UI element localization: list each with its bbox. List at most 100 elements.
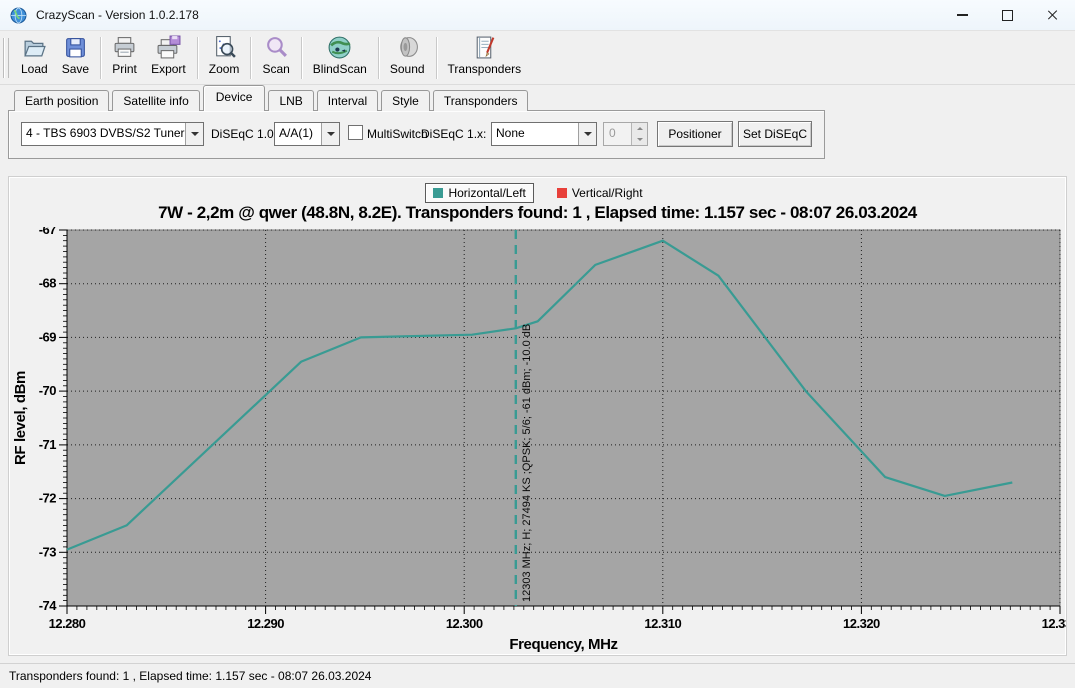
svg-text:12.330: 12.330 (1042, 616, 1066, 631)
svg-text:-72: -72 (39, 491, 57, 506)
y-axis-title: RF level, dBm (12, 371, 29, 465)
legend-item-horizontal-left[interactable]: Horizontal/Left (425, 183, 534, 203)
diseqc10-select[interactable]: A/A(1) (274, 122, 340, 146)
device-tab-panel: 4 - TBS 6903 DVBS/S2 Tuner 0 DiSEqC 1.0:… (8, 110, 825, 159)
floppy-disk-icon (63, 35, 88, 60)
crazyscan-window: CrazyScan - Version 1.0.2.178 Load Save Pr… (0, 0, 1075, 688)
toolbar-button-export[interactable]: Export (144, 32, 193, 83)
diseqc1x-select[interactable]: None (491, 122, 597, 146)
multiswitch-checkbox[interactable] (348, 125, 363, 140)
toolbar-grip[interactable] (3, 37, 9, 78)
set-diseqc-button[interactable]: Set DiSEqC (738, 121, 812, 147)
legend-label: Horizontal/Left (448, 186, 526, 200)
close-button[interactable] (1030, 0, 1075, 30)
toolbar-button-transponders[interactable]: Transponders (441, 32, 529, 83)
notepad-pencil-icon (472, 35, 497, 60)
chevron-down-icon (636, 138, 643, 141)
tuner-select[interactable]: 4 - TBS 6903 DVBS/S2 Tuner 0 (21, 122, 204, 146)
window-titlebar: CrazyScan - Version 1.0.2.178 (0, 0, 1075, 31)
maximize-icon (1002, 9, 1013, 21)
toolbar-button-label: Scan (262, 62, 290, 76)
spinner-up-button[interactable] (632, 123, 647, 134)
toolbar-button-label: Export (151, 62, 186, 76)
svg-text:12.300: 12.300 (446, 616, 483, 631)
toolbar-button-label: Sound (389, 62, 425, 76)
tab-strip: Earth position Satellite info Device LNB Int… (14, 85, 531, 111)
status-text: Transponders found: 1 , Elapsed time: 1.… (9, 669, 372, 683)
multiswitch-label: MultiSwitch (367, 127, 428, 141)
chevron-down-icon (583, 132, 592, 136)
diseqc1x-select-value: None (496, 126, 525, 140)
diseqc10-select-dropdown-button[interactable] (321, 123, 339, 145)
folder-open-icon (22, 35, 47, 60)
toolbar-separator (250, 36, 252, 79)
globe-scan-icon (327, 35, 352, 60)
toolbar-button-label: BlindScan (312, 62, 367, 76)
toolbar-button-zoom[interactable]: Zoom (202, 32, 247, 83)
toolbar-button-print[interactable]: Print (105, 32, 144, 83)
toolbar-button-load[interactable]: Load (14, 32, 55, 83)
toolbar: Load Save Print Export Zoom Scan BlindScan Soun… (0, 31, 1075, 85)
diseqc1x-select-dropdown-button[interactable] (578, 123, 596, 145)
spinner-down-button[interactable] (632, 134, 647, 145)
tab-satellite-info[interactable]: Satellite info (112, 90, 200, 111)
plot-area[interactable] (66, 229, 1061, 607)
app-globe-icon (10, 7, 27, 24)
toolbar-button-label: Transponders (447, 62, 522, 76)
toolbar-button-blindscan[interactable]: BlindScan (306, 32, 374, 83)
svg-text:-74: -74 (39, 598, 58, 613)
svg-text:12.320: 12.320 (843, 616, 880, 631)
close-icon (1047, 9, 1059, 21)
tab-earth-position[interactable]: Earth position (14, 90, 110, 111)
tuner-select-dropdown-button[interactable] (185, 123, 203, 145)
minimize-icon (957, 14, 968, 16)
minimize-button[interactable] (940, 0, 985, 30)
legend-label: Vertical/Right (571, 186, 643, 200)
status-bar: Transponders found: 1 , Elapsed time: 1.… (0, 663, 1075, 688)
magnifier-icon (264, 35, 289, 60)
svg-text:-70: -70 (39, 383, 57, 398)
diseqc10-select-value: A/A(1) (279, 126, 314, 140)
window-title: CrazyScan - Version 1.0.2.178 (36, 8, 199, 22)
tab-interval[interactable]: Interval (316, 90, 379, 111)
toolbar-button-label: Print (112, 62, 137, 76)
tuner-select-value: 4 - TBS 6903 DVBS/S2 Tuner 0 (26, 126, 185, 140)
chart-legend: Horizontal/Left Vertical/Right (9, 183, 1066, 203)
chevron-up-icon (636, 127, 643, 130)
positioner-button[interactable]: Positioner (657, 121, 733, 147)
tab-style[interactable]: Style (381, 90, 430, 111)
svg-text:-73: -73 (39, 544, 57, 559)
tab-transponders[interactable]: Transponders (432, 90, 529, 111)
maximize-button[interactable] (985, 0, 1030, 30)
x-axis-title: Frequency, MHz (509, 636, 617, 653)
speaker-icon (395, 35, 420, 60)
chevron-down-icon (190, 132, 199, 136)
toolbar-separator (100, 36, 102, 79)
chart-plot-container: 12.280 12.290 12.300 12.310 12.320 12.330 -67 -… (9, 222, 1075, 653)
toolbar-button-label: Save (61, 62, 90, 76)
svg-text:-67: -67 (39, 227, 57, 237)
toolbar-button-scan[interactable]: Scan (255, 32, 296, 83)
diseqc-position-spinner[interactable]: 0 (603, 122, 648, 146)
svg-text:12.310: 12.310 (644, 616, 681, 631)
toolbar-separator (196, 36, 198, 79)
printer-icon (112, 35, 137, 60)
legend-item-vertical-right[interactable]: Vertical/Right (550, 183, 650, 203)
diseqc10-label: DiSEqC 1.0: (211, 127, 278, 141)
chart-title: 7W - 2,2m @ qwer (48.8N, 8.2E). Transpon… (158, 203, 917, 222)
transponder-annotation: 12303 MHz; H; 27494 KS ;QPSK; 5/6; -61 d… (521, 324, 533, 602)
toolbar-button-label: Load (21, 62, 48, 76)
toolbar-button-sound[interactable]: Sound (383, 32, 432, 83)
legend-swatch-icon (556, 188, 567, 198)
toolbar-separator (435, 36, 437, 79)
toolbar-separator (377, 36, 379, 79)
diseqc-position-value: 0 (609, 126, 616, 140)
tab-device[interactable]: Device (202, 85, 266, 111)
chevron-down-icon (326, 132, 335, 136)
svg-text:12.290: 12.290 (247, 616, 284, 631)
svg-text:-69: -69 (39, 329, 57, 344)
toolbar-button-save[interactable]: Save (55, 32, 96, 83)
tab-lnb[interactable]: LNB (268, 90, 314, 111)
document-magnifier-icon (212, 35, 237, 60)
printer-floppy-icon (156, 35, 181, 60)
